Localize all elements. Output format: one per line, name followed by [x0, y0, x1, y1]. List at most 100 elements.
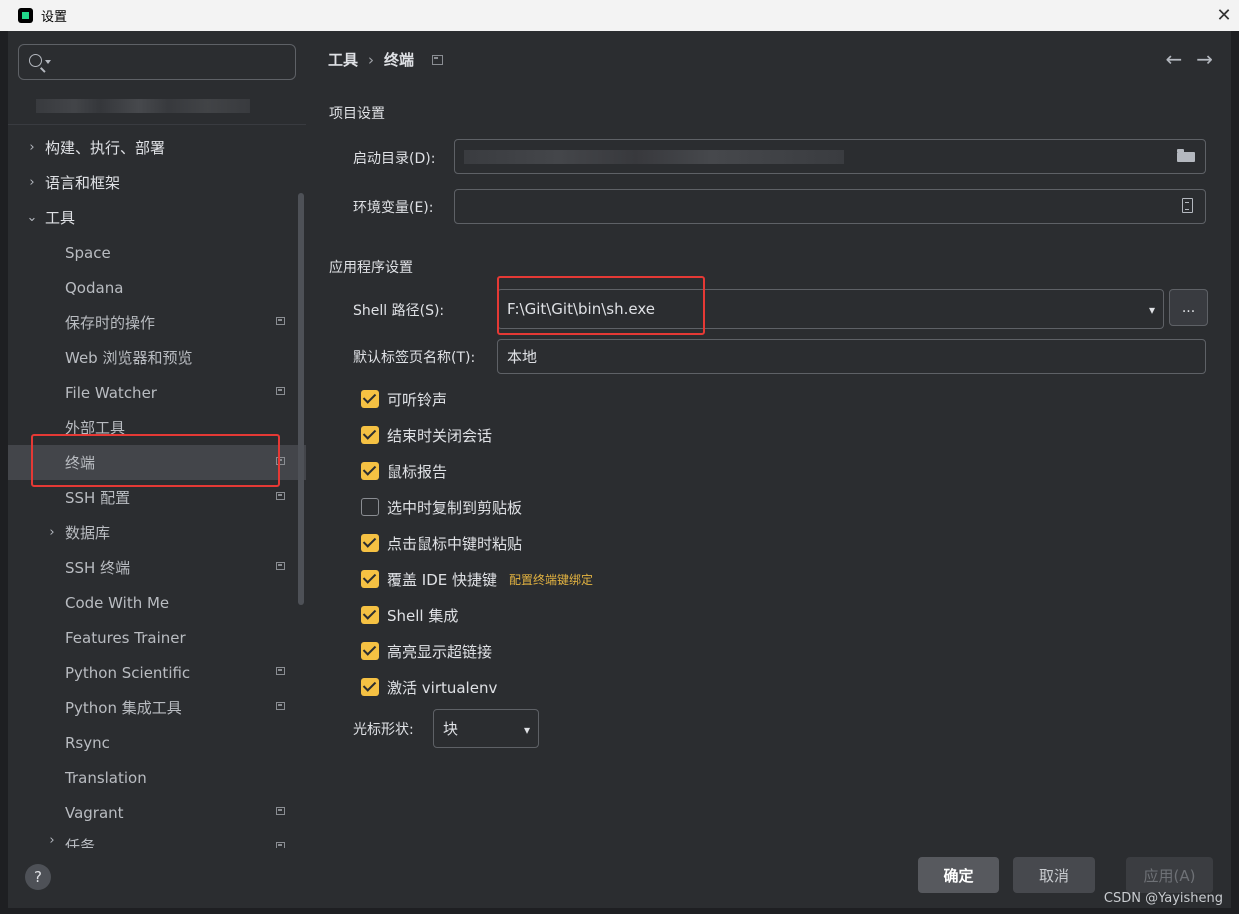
- sidebar-item-label: Python 集成工具: [65, 699, 182, 717]
- search-input[interactable]: [18, 44, 296, 80]
- window-title: 设置: [41, 10, 68, 25]
- checkbox-checked[interactable]: [361, 462, 379, 480]
- background-bottom-strip: [0, 908, 1239, 914]
- checkbox-checked[interactable]: [361, 390, 379, 408]
- settings-sidebar: › 构建、执行、部署 › 语言和框架 ⌄ 工具 Space Qodana 保存时的操作 Web 浏…: [8, 31, 306, 908]
- application-settings-heading: 应用程序设置: [329, 260, 413, 276]
- start-directory-field[interactable]: [454, 139, 1206, 174]
- breadcrumb-parent[interactable]: 工具: [328, 49, 358, 70]
- chevron-down-icon[interactable]: ▾: [1149, 303, 1155, 317]
- checkbox-checked[interactable]: [361, 606, 379, 624]
- sidebar-item-label: SSH 终端: [65, 559, 131, 577]
- checkbox-checked[interactable]: [361, 426, 379, 444]
- environment-variables-field[interactable]: [454, 189, 1206, 224]
- checkbox-row[interactable]: 鼠标报告: [361, 461, 447, 481]
- checkbox-unchecked[interactable]: [361, 498, 379, 516]
- sidebar-item[interactable]: Translation: [8, 760, 306, 795]
- sidebar-item-label: 任务: [65, 837, 96, 848]
- browse-shell-button[interactable]: ...: [1169, 289, 1208, 326]
- shell-path-combobox[interactable]: F:\Git\Git\bin\sh.exe ▾: [497, 289, 1164, 329]
- project-level-icon: [276, 457, 285, 465]
- edit-variables-icon[interactable]: [1182, 198, 1193, 213]
- help-icon[interactable]: ?: [25, 864, 51, 890]
- sidebar-item-label: Features Trainer: [65, 628, 186, 647]
- apply-button[interactable]: 应用(A): [1126, 857, 1213, 893]
- sidebar-item[interactable]: ⌄ 工具: [8, 200, 306, 235]
- checkbox-label: 可听铃声: [387, 390, 448, 409]
- project-level-icon: [276, 667, 285, 675]
- checkbox-label: 结束时关闭会话: [387, 426, 493, 445]
- sidebar-item[interactable]: Qodana: [8, 270, 306, 305]
- settings-main-panel: 工具 › 终端 ← → 项目设置 启动目录(D): 环境变量(E): 应用程序设…: [306, 31, 1231, 908]
- ok-button[interactable]: 确定: [918, 857, 999, 893]
- configure-keybindings-link[interactable]: 配置终端键绑定: [509, 571, 593, 588]
- chevron-down-icon[interactable]: ▾: [524, 723, 530, 737]
- sidebar-item[interactable]: Web 浏览器和预览: [8, 340, 306, 375]
- sidebar-scrollbar[interactable]: [298, 193, 304, 605]
- sidebar-item[interactable]: File Watcher: [8, 375, 306, 410]
- checkbox-label: 选中时复制到剪贴板: [387, 498, 523, 517]
- sidebar-item[interactable]: › 语言和框架: [8, 165, 306, 200]
- project-level-icon: [276, 387, 285, 395]
- pycharm-app-icon: [18, 8, 33, 23]
- search-icon: [29, 54, 42, 67]
- checkbox-label: Shell 集成: [387, 606, 459, 625]
- checkbox-label: 覆盖 IDE 快捷键: [387, 570, 497, 589]
- checkbox-checked[interactable]: [361, 534, 379, 552]
- sidebar-item[interactable]: Python Scientific: [8, 655, 306, 690]
- navigation-arrows: ← →: [1165, 47, 1213, 71]
- default-tab-name-value: 本地: [507, 348, 538, 366]
- sidebar-item[interactable]: › 数据库: [8, 515, 306, 550]
- sidebar-item[interactable]: SSH 终端: [8, 550, 306, 585]
- checkbox-checked[interactable]: [361, 570, 379, 588]
- default-tab-name-label: 默认标签页名称(T):: [353, 350, 476, 366]
- checkbox-checked[interactable]: [361, 642, 379, 660]
- default-tab-name-field[interactable]: 本地: [497, 339, 1206, 374]
- sidebar-item[interactable]: › 任务: [8, 830, 306, 848]
- breadcrumb-separator: ›: [368, 50, 375, 69]
- sidebar-item[interactable]: 终端: [8, 445, 306, 480]
- redacted-path: [464, 149, 844, 164]
- checkbox-row[interactable]: 高亮显示超链接: [361, 641, 492, 661]
- start-directory-label: 启动目录(D):: [353, 151, 436, 167]
- sidebar-item[interactable]: Features Trainer: [8, 620, 306, 655]
- checkbox-row[interactable]: 点击鼠标中键时粘贴: [361, 533, 522, 553]
- folder-icon[interactable]: [1177, 149, 1195, 162]
- chevron-right-icon[interactable]: ›: [45, 833, 59, 848]
- project-level-icon: [276, 702, 285, 710]
- sidebar-item-label: 外部工具: [65, 419, 126, 437]
- sidebar-item[interactable]: 外部工具: [8, 410, 306, 445]
- sidebar-item[interactable]: › 构建、执行、部署: [8, 130, 306, 165]
- sidebar-item[interactable]: SSH 配置: [8, 480, 306, 515]
- checkbox-row[interactable]: 选中时复制到剪贴板: [361, 497, 522, 517]
- redacted-item: [36, 99, 250, 113]
- chevron-down-icon[interactable]: ⌄: [25, 210, 39, 225]
- sidebar-item-label: Python Scientific: [65, 663, 191, 682]
- checkbox-label: 高亮显示超链接: [387, 642, 493, 661]
- chevron-right-icon[interactable]: ›: [25, 140, 39, 155]
- checkbox-row[interactable]: 结束时关闭会话: [361, 425, 492, 445]
- checkbox-row[interactable]: 激活 virtualenv: [361, 677, 497, 697]
- project-level-icon: [276, 562, 285, 570]
- cancel-button[interactable]: 取消: [1013, 857, 1095, 893]
- shell-path-value: F:\Git\Git\bin\sh.exe: [507, 300, 655, 318]
- chevron-right-icon[interactable]: ›: [45, 525, 59, 540]
- sidebar-item[interactable]: Code With Me: [8, 585, 306, 620]
- checkbox-row[interactable]: 覆盖 IDE 快捷键 配置终端键绑定: [361, 569, 593, 589]
- sidebar-item[interactable]: Python 集成工具: [8, 690, 306, 725]
- checkbox-row[interactable]: 可听铃声: [361, 389, 447, 409]
- sidebar-item[interactable]: Rsync: [8, 725, 306, 760]
- sidebar-item[interactable]: Space: [8, 235, 306, 270]
- sidebar-item[interactable]: 保存时的操作: [8, 305, 306, 340]
- close-icon[interactable]: ✕: [1209, 0, 1239, 31]
- forward-arrow-icon[interactable]: →: [1196, 47, 1213, 71]
- checkbox-checked[interactable]: [361, 678, 379, 696]
- back-arrow-icon[interactable]: ←: [1165, 47, 1182, 71]
- cursor-shape-select[interactable]: 块 ▾: [433, 709, 539, 748]
- sidebar-item[interactable]: Vagrant: [8, 795, 306, 830]
- background-editor-strip: [0, 31, 8, 914]
- chevron-right-icon[interactable]: ›: [25, 175, 39, 190]
- search-options-dropdown-icon[interactable]: [45, 60, 51, 64]
- breadcrumb-current: 终端: [384, 51, 415, 69]
- checkbox-row[interactable]: Shell 集成: [361, 605, 458, 625]
